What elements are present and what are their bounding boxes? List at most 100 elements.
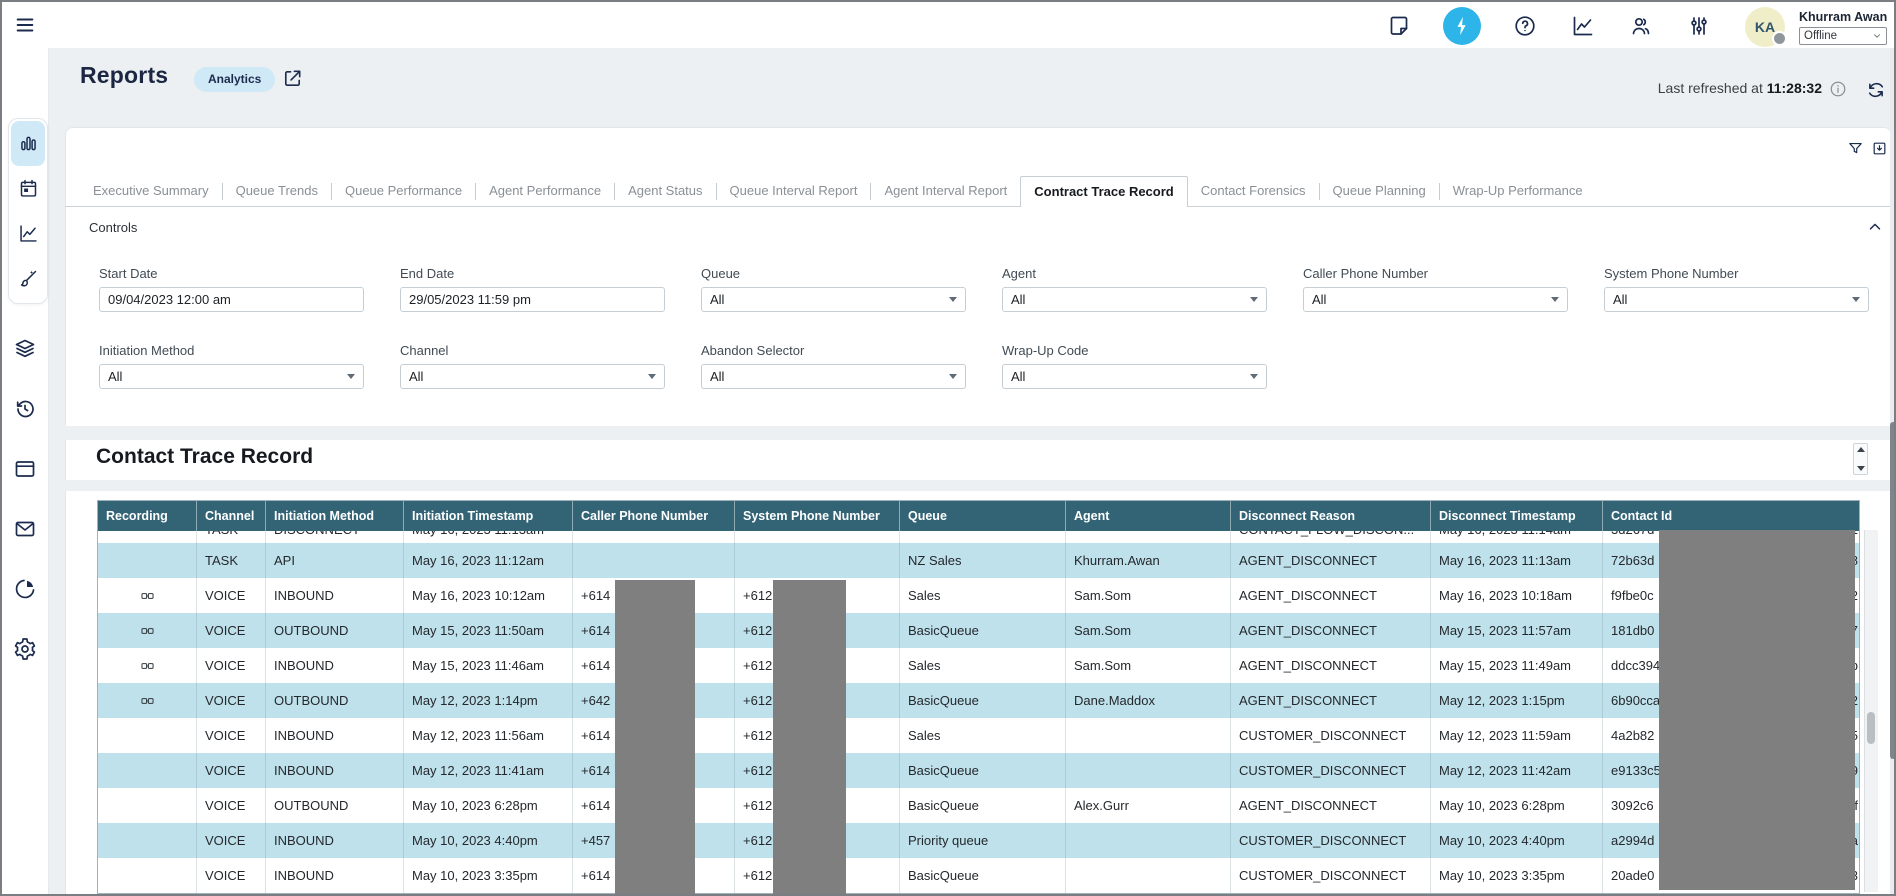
table-scrollbar[interactable] — [1864, 530, 1878, 892]
dts-cell: May 12, 2023 11:42am — [1431, 753, 1603, 788]
system-cell — [735, 531, 900, 543]
chevron-up-icon[interactable] — [1866, 218, 1884, 236]
end-date-input[interactable]: 29/05/2023 11:59 pm — [400, 287, 665, 312]
help-icon[interactable] — [1511, 12, 1539, 40]
reason-cell: AGENT_DISCONNECT — [1231, 543, 1431, 578]
system-phone-number-select[interactable]: All — [1604, 287, 1869, 312]
tab-agent-performance[interactable]: Agent Performance — [476, 176, 614, 207]
agent-select[interactable]: All — [1002, 287, 1267, 312]
column-header-initiation-method[interactable]: Initiation Method — [266, 501, 404, 531]
sidebar-item-history[interactable] — [13, 397, 37, 421]
agent-value: All — [1011, 292, 1025, 307]
quick-actions-icon[interactable] — [1443, 7, 1481, 45]
tab-queue-trends[interactable]: Queue Trends — [223, 176, 331, 207]
tab-label: Queue Trends — [236, 183, 318, 198]
table-row[interactable]: VOICEINBOUNDMay 12, 2023 11:41am+614+612… — [98, 753, 1859, 788]
column-header-system-phone-number[interactable]: System Phone Number — [735, 501, 900, 531]
queue-label: Queue — [701, 266, 740, 281]
sidebar-item-layers[interactable] — [13, 337, 37, 361]
tab-queue-performance[interactable]: Queue Performance — [332, 176, 475, 207]
recording-icon[interactable] — [139, 624, 156, 638]
table-row[interactable]: VOICEINBOUNDMay 10, 2023 3:35pm+614+612B… — [98, 858, 1859, 893]
column-header-channel[interactable]: Channel — [197, 501, 266, 531]
abandon-selector-select[interactable]: All — [701, 364, 966, 389]
sidebar-item-pie-reports[interactable] — [13, 577, 37, 601]
contact-id-prefix: f9fbe0c — [1611, 588, 1654, 603]
notes-icon[interactable] — [1385, 12, 1413, 40]
filter-icon[interactable] — [1847, 140, 1864, 157]
avatar[interactable]: KA — [1745, 7, 1785, 47]
sidebar-item-settings[interactable] — [13, 637, 37, 661]
info-icon[interactable] — [1829, 80, 1847, 98]
recording-icon[interactable] — [139, 659, 156, 673]
table-row[interactable]: VOICEOUTBOUNDMay 10, 2023 6:28pm+614+612… — [98, 788, 1859, 823]
spinner-down-icon[interactable] — [1857, 466, 1865, 471]
tab-label: Agent Status — [628, 183, 702, 198]
table-row[interactable]: VOICEOUTBOUNDMay 15, 2023 11:50am+614+61… — [98, 613, 1859, 648]
tab-queue-interval-report[interactable]: Queue Interval Report — [717, 176, 871, 207]
caller-phone-number-label: Caller Phone Number — [1303, 266, 1428, 281]
system-phone-number-value: All — [1613, 292, 1627, 307]
table-row[interactable]: VOICEINBOUNDMay 16, 2023 10:12am+614+612… — [98, 578, 1859, 613]
table-row[interactable]: VOICEINBOUNDMay 10, 2023 4:40pm+457+612P… — [98, 823, 1859, 858]
status-select[interactable]: Offline — [1799, 27, 1887, 45]
table-row[interactable]: VOICEINBOUNDMay 12, 2023 11:56am+614+612… — [98, 718, 1859, 753]
last-refreshed: Last refreshed at 11:28:32 — [1402, 80, 1822, 96]
ts-cell: May 16, 2023 10:12am — [404, 578, 573, 613]
method-cell: OUTBOUND — [266, 683, 404, 718]
column-header-queue[interactable]: Queue — [900, 501, 1066, 531]
metrics-icon[interactable] — [1569, 12, 1597, 40]
tab-executive-summary[interactable]: Executive Summary — [80, 176, 222, 207]
tab-agent-interval-report[interactable]: Agent Interval Report — [871, 176, 1020, 207]
tab-queue-planning[interactable]: Queue Planning — [1320, 176, 1439, 207]
tab-contract-trace-record[interactable]: Contract Trace Record — [1020, 176, 1187, 207]
caller-phone-number-select[interactable]: All — [1303, 287, 1568, 312]
reason-cell: AGENT_DISCONNECT — [1231, 578, 1431, 613]
column-header-caller-phone-number[interactable]: Caller Phone Number — [573, 501, 735, 531]
table-row[interactable]: VOICEINBOUNDMay 15, 2023 11:46am+614+612… — [98, 648, 1859, 683]
sidebar-item-schedule[interactable] — [11, 166, 45, 211]
column-header-agent[interactable]: Agent — [1066, 501, 1231, 531]
table-row-partial[interactable]: TASKDISCONNECTMay 16, 2023 11:13amCONTAC… — [98, 531, 1859, 543]
external-link-icon[interactable] — [281, 67, 304, 90]
sidebar-item-reports[interactable] — [11, 121, 45, 166]
tab-agent-status[interactable]: Agent Status — [615, 176, 715, 207]
recording-cell — [98, 788, 197, 823]
page-title: Reports — [80, 62, 168, 89]
column-header-contact-id[interactable]: Contact Id — [1603, 501, 1859, 531]
page-scrollbar-thumb[interactable] — [1890, 422, 1896, 759]
abandon-selector-value: All — [710, 369, 724, 384]
preferences-icon[interactable] — [1685, 12, 1713, 40]
column-header-disconnect-reason[interactable]: Disconnect Reason — [1231, 501, 1431, 531]
wrap-up-code-select[interactable]: All — [1002, 364, 1267, 389]
recording-icon[interactable] — [139, 589, 156, 603]
tab-contact-forensics[interactable]: Contact Forensics — [1188, 176, 1319, 207]
contact-id-prefix: 3d267d — [1611, 531, 1654, 537]
topbar-icons — [1385, 6, 1713, 46]
menu-icon[interactable] — [14, 14, 36, 36]
tab-wrap-up-performance[interactable]: Wrap-Up Performance — [1440, 176, 1596, 207]
column-header-recording[interactable]: Recording — [98, 501, 197, 531]
sidebar-item-customize[interactable] — [11, 256, 45, 301]
page-scrollbar[interactable] — [1890, 48, 1896, 896]
download-icon[interactable] — [1871, 140, 1888, 157]
sidebar-item-trends[interactable] — [11, 211, 45, 256]
ts-cell: May 15, 2023 11:50am — [404, 613, 573, 648]
recording-icon[interactable] — [139, 694, 156, 708]
table-row[interactable]: VOICEOUTBOUNDMay 12, 2023 1:14pm+642+612… — [98, 683, 1859, 718]
spinner-up-icon[interactable] — [1857, 447, 1865, 452]
chevron-down-icon — [1852, 297, 1860, 302]
sidebar-item-mail[interactable] — [13, 517, 37, 541]
initiation-method-select[interactable]: All — [99, 364, 364, 389]
table-scrollbar-thumb[interactable] — [1867, 712, 1875, 744]
start-date-input[interactable]: 09/04/2023 12:00 am — [99, 287, 364, 312]
table-row[interactable]: TASKAPIMay 16, 2023 11:12amNZ SalesKhurr… — [98, 543, 1859, 578]
contacts-icon[interactable] — [1627, 12, 1655, 40]
title-scroll-spinner — [1853, 443, 1868, 475]
channel-select[interactable]: All — [400, 364, 665, 389]
sidebar-item-window[interactable] — [13, 457, 37, 481]
queue-select[interactable]: All — [701, 287, 966, 312]
refresh-icon[interactable] — [1865, 79, 1887, 101]
column-header-disconnect-timestamp[interactable]: Disconnect Timestamp — [1431, 501, 1603, 531]
column-header-initiation-timestamp[interactable]: Initiation Timestamp — [404, 501, 573, 531]
